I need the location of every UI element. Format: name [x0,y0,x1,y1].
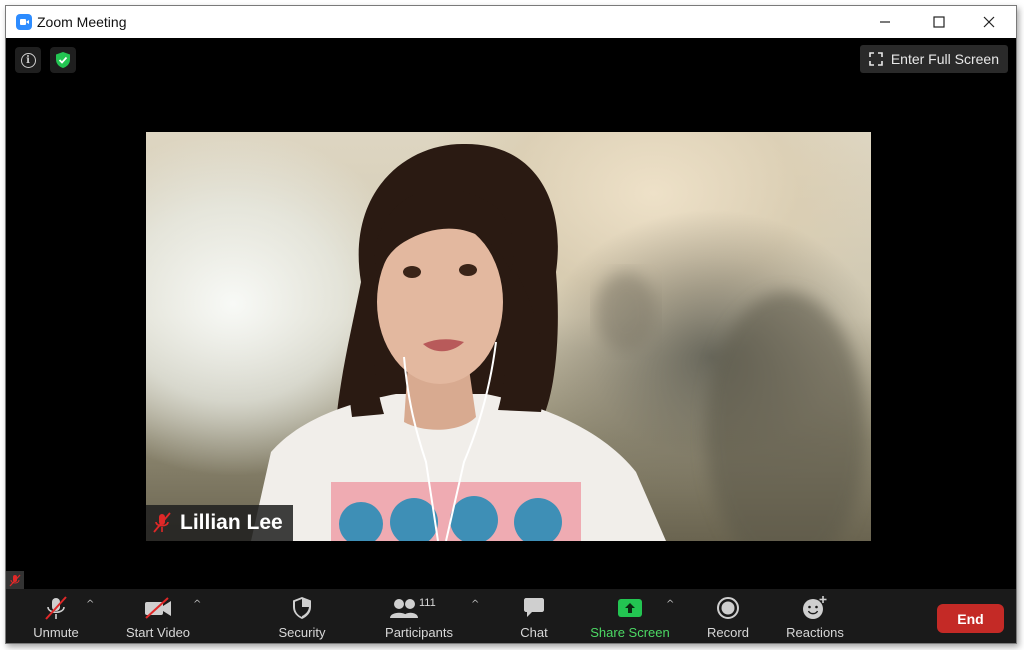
participant-video-image [251,143,866,541]
record-icon [717,597,739,619]
participants-options-caret[interactable]: ^ [471,599,479,610]
meeting-stage: i Enter Full Screen Lillian Lee [6,38,1016,589]
start-video-label: Start Video [125,625,191,640]
encryption-indicator-button[interactable] [50,47,76,73]
shield-check-icon [56,52,70,68]
meeting-info-button[interactable]: i [15,47,41,73]
chat-label: Chat [520,625,548,640]
fullscreen-icon [869,52,883,66]
mic-muted-small-icon [9,574,21,586]
video-camera-off-icon [145,597,171,619]
participant-name-tag: Lillian Lee [146,505,293,541]
video-options-caret[interactable]: ^ [193,599,201,610]
enter-full-screen-button[interactable]: Enter Full Screen [859,45,1008,73]
maximize-icon [933,16,945,28]
chat-bubble-icon [524,598,544,617]
participant-name: Lillian Lee [180,511,283,534]
reactions-label: Reactions [786,625,844,640]
unmute-button[interactable]: Unmute [29,589,83,643]
security-label: Security [278,625,326,640]
start-video-button[interactable]: Start Video [122,589,194,643]
fullscreen-label: Enter Full Screen [890,51,999,67]
minimize-button[interactable] [862,6,908,38]
participants-icon [390,599,418,618]
participants-label: Participants [385,625,453,640]
share-screen-icon [618,599,642,617]
security-button[interactable]: Security [274,589,330,643]
reactions-emoji-icon [803,596,827,619]
close-icon [983,16,995,28]
close-button[interactable] [966,6,1012,38]
unmute-label: Unmute [33,625,79,640]
mic-muted-icon [153,512,171,533]
record-button[interactable]: Record [704,589,752,643]
reactions-button[interactable]: Reactions [782,589,848,643]
info-icon: i [20,52,36,68]
maximize-button[interactable] [916,6,962,38]
participants-count: 111 [419,597,436,609]
minimize-icon [880,21,890,23]
active-speaker-video[interactable]: Lillian Lee [146,132,871,541]
microphone-muted-icon [45,596,67,620]
self-view-muted-indicator [6,571,24,589]
meeting-toolbar: Unmute ^ Start Video ^ Security 111 Part… [6,589,1016,643]
security-shield-icon [293,597,311,619]
audio-options-caret[interactable]: ^ [86,599,94,610]
window-title: Zoom Meeting [37,14,127,30]
end-meeting-button[interactable]: End [937,604,1004,633]
zoom-window: Zoom Meeting i Enter Full Screen Lillian… [5,5,1017,644]
share-screen-label: Share Screen [590,625,670,640]
share-screen-button[interactable]: Share Screen [590,589,670,643]
zoom-app-icon [16,14,32,30]
record-label: Record [707,625,749,640]
chat-button[interactable]: Chat [514,589,554,643]
participants-button[interactable]: 111 Participants [380,589,458,643]
title-bar: Zoom Meeting [6,6,1016,38]
share-options-caret[interactable]: ^ [666,599,674,610]
